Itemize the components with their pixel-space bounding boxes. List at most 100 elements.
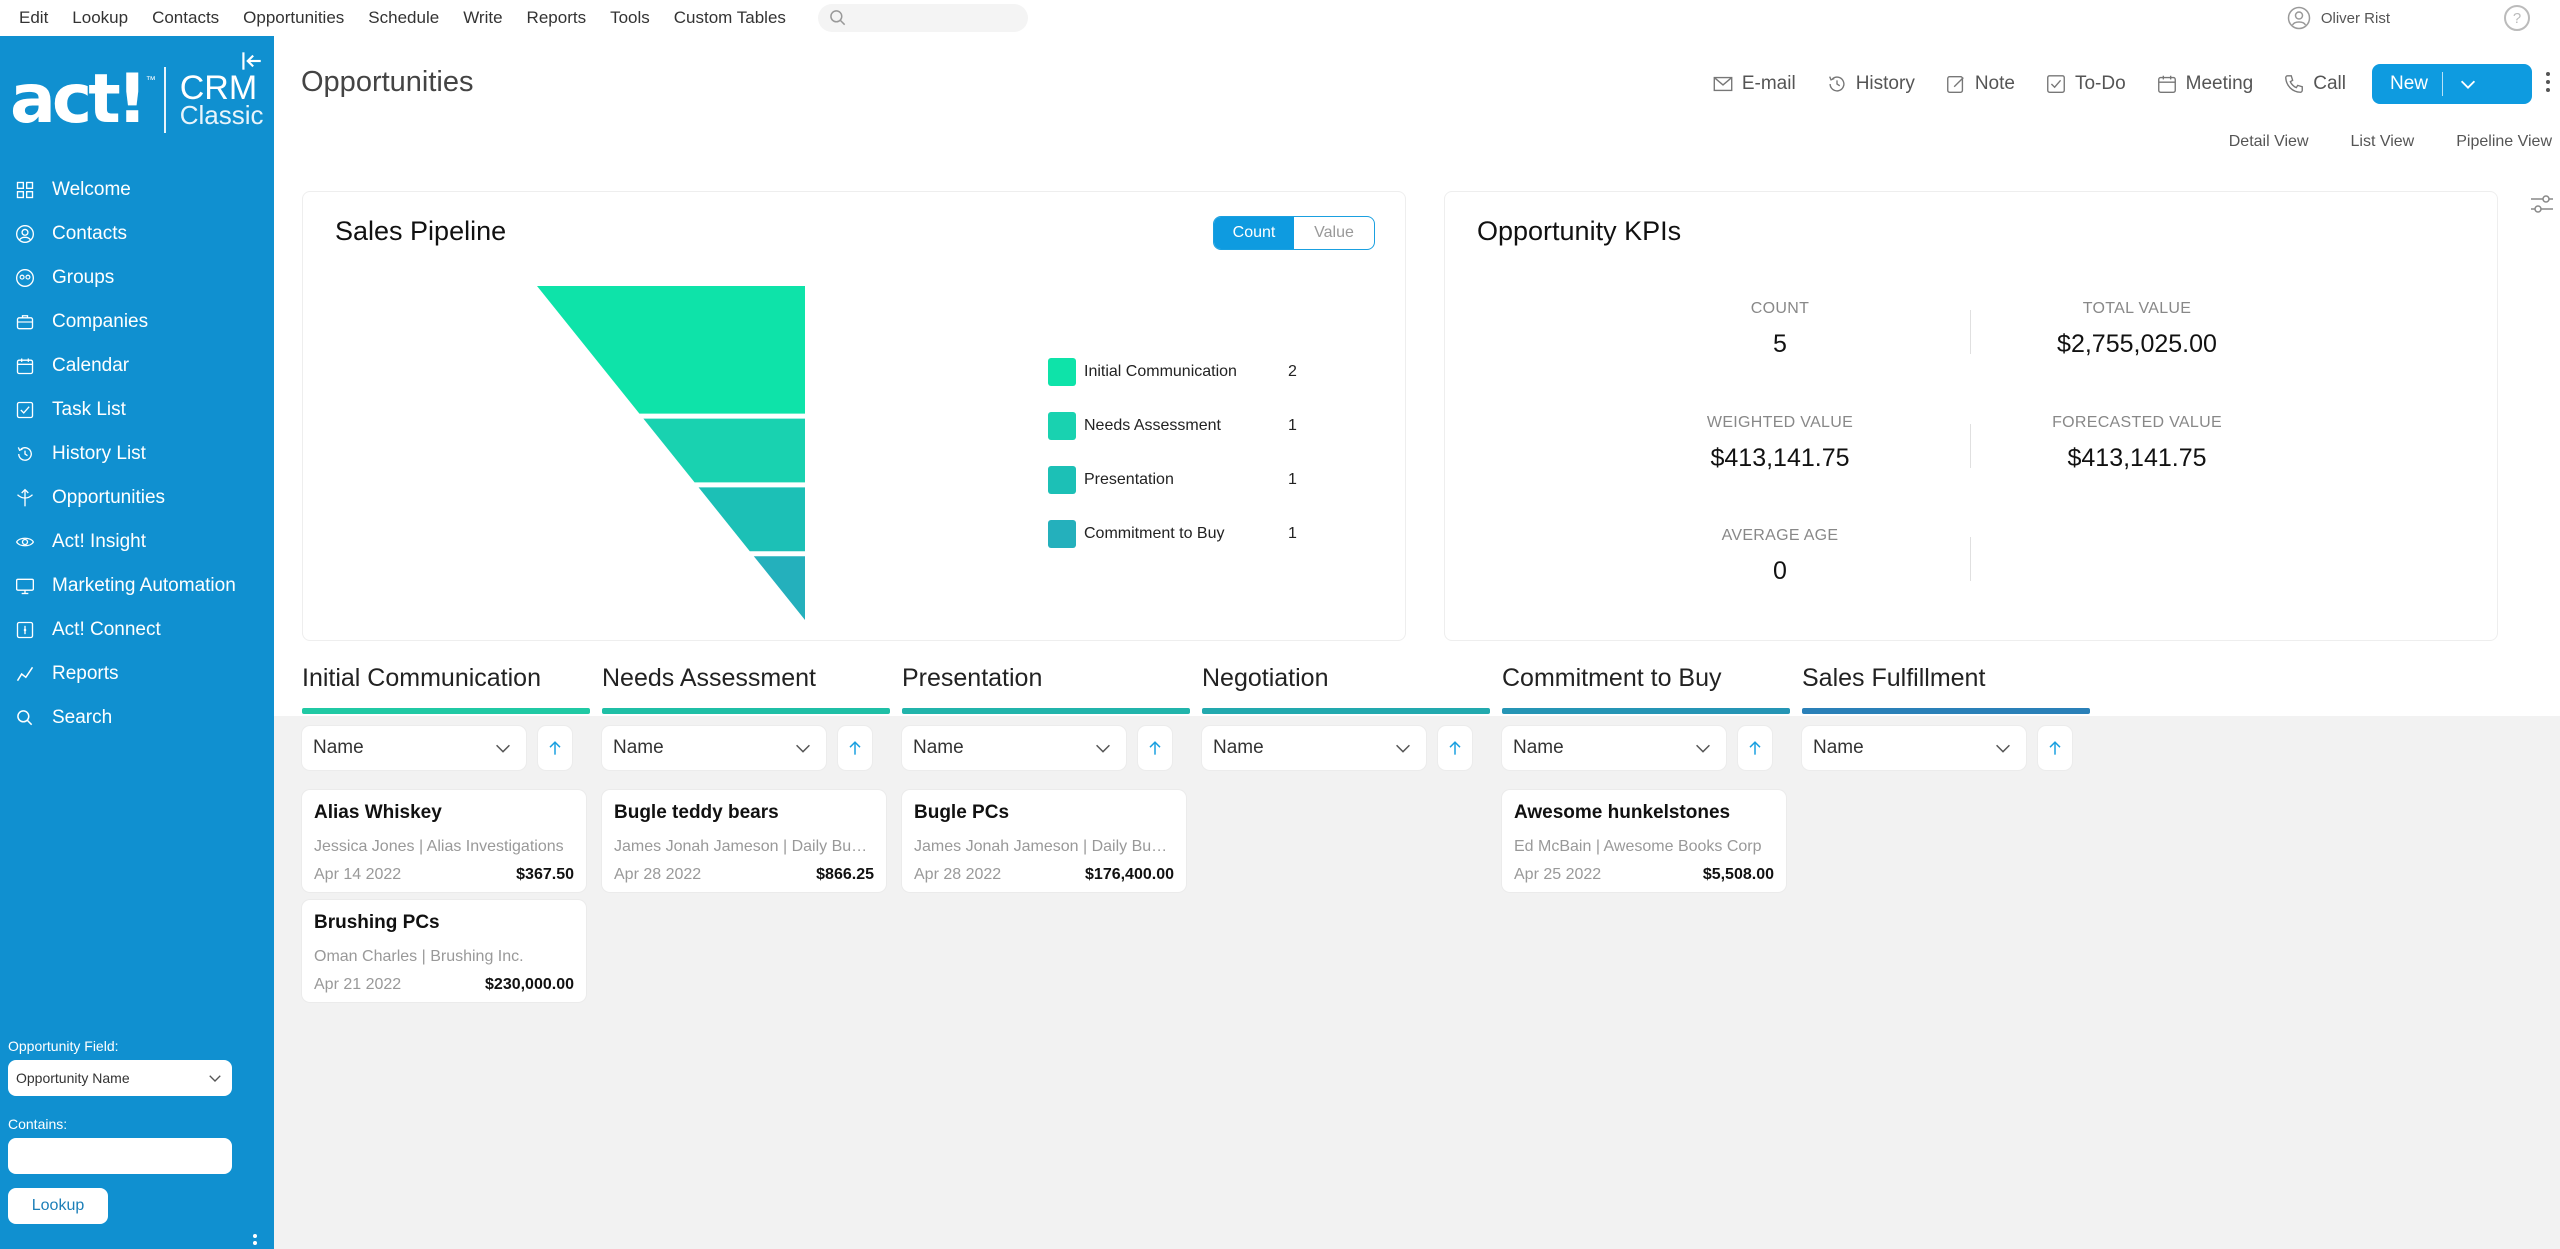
kpi-weighted-label: WEIGHTED VALUE: [1706, 414, 1854, 431]
history-action[interactable]: History: [1826, 73, 1915, 95]
sort-field-select[interactable]: Name: [1502, 726, 1726, 770]
kpi-divider: [1970, 537, 1971, 581]
sidebar-more-icon[interactable]: [253, 1234, 257, 1248]
opportunity-name: Bugle teddy bears: [614, 802, 779, 823]
opportunity-contact: Oman Charles | Brushing Inc.: [314, 948, 524, 965]
menu-item-tools[interactable]: Tools: [598, 8, 662, 28]
chevron-down-icon[interactable]: [2457, 73, 2479, 95]
sidebar-item-welcome[interactable]: Welcome: [0, 168, 274, 212]
sort-direction-button[interactable]: [1738, 726, 1772, 770]
envelope-icon: [1713, 76, 1733, 92]
sidebar-item-marketing-automation[interactable]: Marketing Automation: [0, 564, 274, 608]
menu-item-lookup[interactable]: Lookup: [60, 8, 140, 28]
sidebar-item-companies[interactable]: Companies: [0, 300, 274, 344]
history-icon: [1828, 76, 1845, 92]
menu-item-opportunities[interactable]: Opportunities: [231, 8, 356, 28]
contains-input[interactable]: [8, 1138, 232, 1174]
sort-direction-button[interactable]: [2038, 726, 2072, 770]
kpi-average-age: AVERAGE AGE 0: [1690, 527, 1870, 586]
sidebar-item-label: Welcome: [52, 179, 131, 200]
sort-direction-button[interactable]: [838, 726, 872, 770]
sidebar-item-act-insight[interactable]: Act! Insight: [0, 520, 274, 564]
menu-item-custom-tables[interactable]: Custom Tables: [662, 8, 798, 28]
sales-pipeline-card: Sales Pipeline Count Value Initial Commu…: [302, 191, 1406, 641]
sidebar-item-label: Opportunities: [52, 487, 166, 508]
sidebar-item-calendar[interactable]: Calendar: [0, 344, 274, 388]
opportunity-card[interactable]: Brushing PCs Oman Charles | Brushing Inc.…: [302, 900, 586, 1002]
logo-trademark: ™: [145, 74, 156, 86]
menu-item-contacts[interactable]: Contacts: [140, 8, 231, 28]
email-action[interactable]: E-mail: [1712, 73, 1796, 95]
count-toggle-button[interactable]: Count: [1214, 217, 1294, 249]
opportunity-field-select[interactable]: Opportunity Name: [8, 1060, 232, 1096]
legend-label: Commitment to Buy: [1084, 525, 1225, 542]
funnel-segment[interactable]: [753, 556, 805, 620]
sort-direction-button[interactable]: [1138, 726, 1172, 770]
filter-settings-icon[interactable]: [2528, 190, 2556, 218]
pipeline-column: Sales Fulfillment Name: [1802, 664, 2090, 770]
funnel-segment[interactable]: [537, 286, 805, 414]
legend-swatch: [1048, 520, 1076, 548]
column-title: Needs Assessment: [602, 664, 816, 692]
sidebar-item-label: History List: [52, 443, 146, 464]
sort-field-select[interactable]: Name: [302, 726, 526, 770]
kpi-count-label: COUNT: [1750, 300, 1810, 317]
menu-item-schedule[interactable]: Schedule: [356, 8, 451, 28]
meeting-action[interactable]: Meeting: [2156, 73, 2253, 95]
opportunity-meta: Apr 25 2022 $5,508.00: [1514, 866, 1774, 884]
menu-item-write[interactable]: Write: [451, 8, 514, 28]
sort-field-select[interactable]: Name: [1802, 726, 2026, 770]
action-toolbar: E-mail History Note To-Do Meeting Call N…: [1682, 64, 2560, 104]
new-button[interactable]: New: [2372, 64, 2532, 104]
note-icon: [1946, 75, 1964, 93]
lookup-button[interactable]: Lookup: [8, 1188, 108, 1224]
sidebar-item-groups[interactable]: Groups: [0, 256, 274, 300]
opportunity-card[interactable]: Alias Whiskey Jessica Jones | Alias Inves…: [302, 790, 586, 892]
todo-action[interactable]: To-Do: [2045, 73, 2126, 95]
opportunity-meta: Apr 28 2022 $866.25: [614, 866, 874, 884]
opportunity-amount: $230,000.00: [485, 976, 574, 993]
legend-label: Initial Communication: [1084, 363, 1237, 380]
call-action[interactable]: Call: [2283, 73, 2346, 95]
kpi-age-label: AVERAGE AGE: [1721, 527, 1839, 544]
sidebar: act! ™ CRM Classic Welcome Contacts Groups…: [0, 36, 274, 1249]
opportunity-contact: Jessica Jones | Alias Investigations: [314, 838, 564, 855]
sort-field-select[interactable]: Name: [602, 726, 826, 770]
sidebar-item-reports[interactable]: Reports: [0, 652, 274, 696]
opportunity-card[interactable]: Bugle PCs James Jonah Jameson | Daily Bug…: [902, 790, 1186, 892]
sort-direction-button[interactable]: [538, 726, 572, 770]
count-value-toggle: Count Value: [1213, 216, 1375, 250]
list-view-link[interactable]: List View: [2351, 133, 2415, 151]
sidebar-item-label: Search: [52, 707, 113, 728]
help-icon[interactable]: ?: [2504, 5, 2530, 31]
funnel-segment[interactable]: [643, 418, 805, 483]
arrow-up-icon: [1149, 741, 1161, 755]
logo-classic: Classic: [179, 100, 264, 130]
global-search-input[interactable]: [817, 4, 1028, 32]
sidebar-item-search[interactable]: Search: [0, 696, 274, 740]
menu-item-edit[interactable]: Edit: [0, 8, 60, 28]
pipeline-view-link[interactable]: Pipeline View: [2456, 133, 2552, 151]
opportunity-date: Apr 28 2022: [614, 866, 702, 883]
column-sort-controls: Name: [302, 726, 590, 770]
more-options-icon[interactable]: [2546, 72, 2550, 96]
sidebar-item-act-connect[interactable]: Act! Connect: [0, 608, 274, 652]
detail-view-link[interactable]: Detail View: [2229, 133, 2309, 151]
sidebar-item-opportunities[interactable]: Opportunities: [0, 476, 274, 520]
sidebar-item-contacts[interactable]: Contacts: [0, 212, 274, 256]
kpi-divider: [1970, 424, 1971, 468]
sort-direction-button[interactable]: [1438, 726, 1472, 770]
sort-field-select[interactable]: Name: [1202, 726, 1426, 770]
menu-item-reports[interactable]: Reports: [515, 8, 599, 28]
opportunity-card[interactable]: Awesome hunkelstones Ed McBain | Awesome …: [1502, 790, 1786, 892]
funnel-segment[interactable]: [698, 487, 805, 552]
sidebar-item-task-list[interactable]: Task List: [0, 388, 274, 432]
sort-field-select[interactable]: Name: [902, 726, 1126, 770]
opportunity-card[interactable]: Bugle teddy bears James Jonah Jameson | D…: [602, 790, 886, 892]
arrow-up-icon: [2049, 741, 2061, 755]
sidebar-item-history-list[interactable]: History List: [0, 432, 274, 476]
user-menu[interactable]: Oliver Rist: [2287, 0, 2390, 36]
value-toggle-button[interactable]: Value: [1294, 217, 1374, 249]
note-action[interactable]: Note: [1945, 73, 2015, 95]
view-switcher: Detail View List View Pipeline View: [2229, 133, 2552, 151]
